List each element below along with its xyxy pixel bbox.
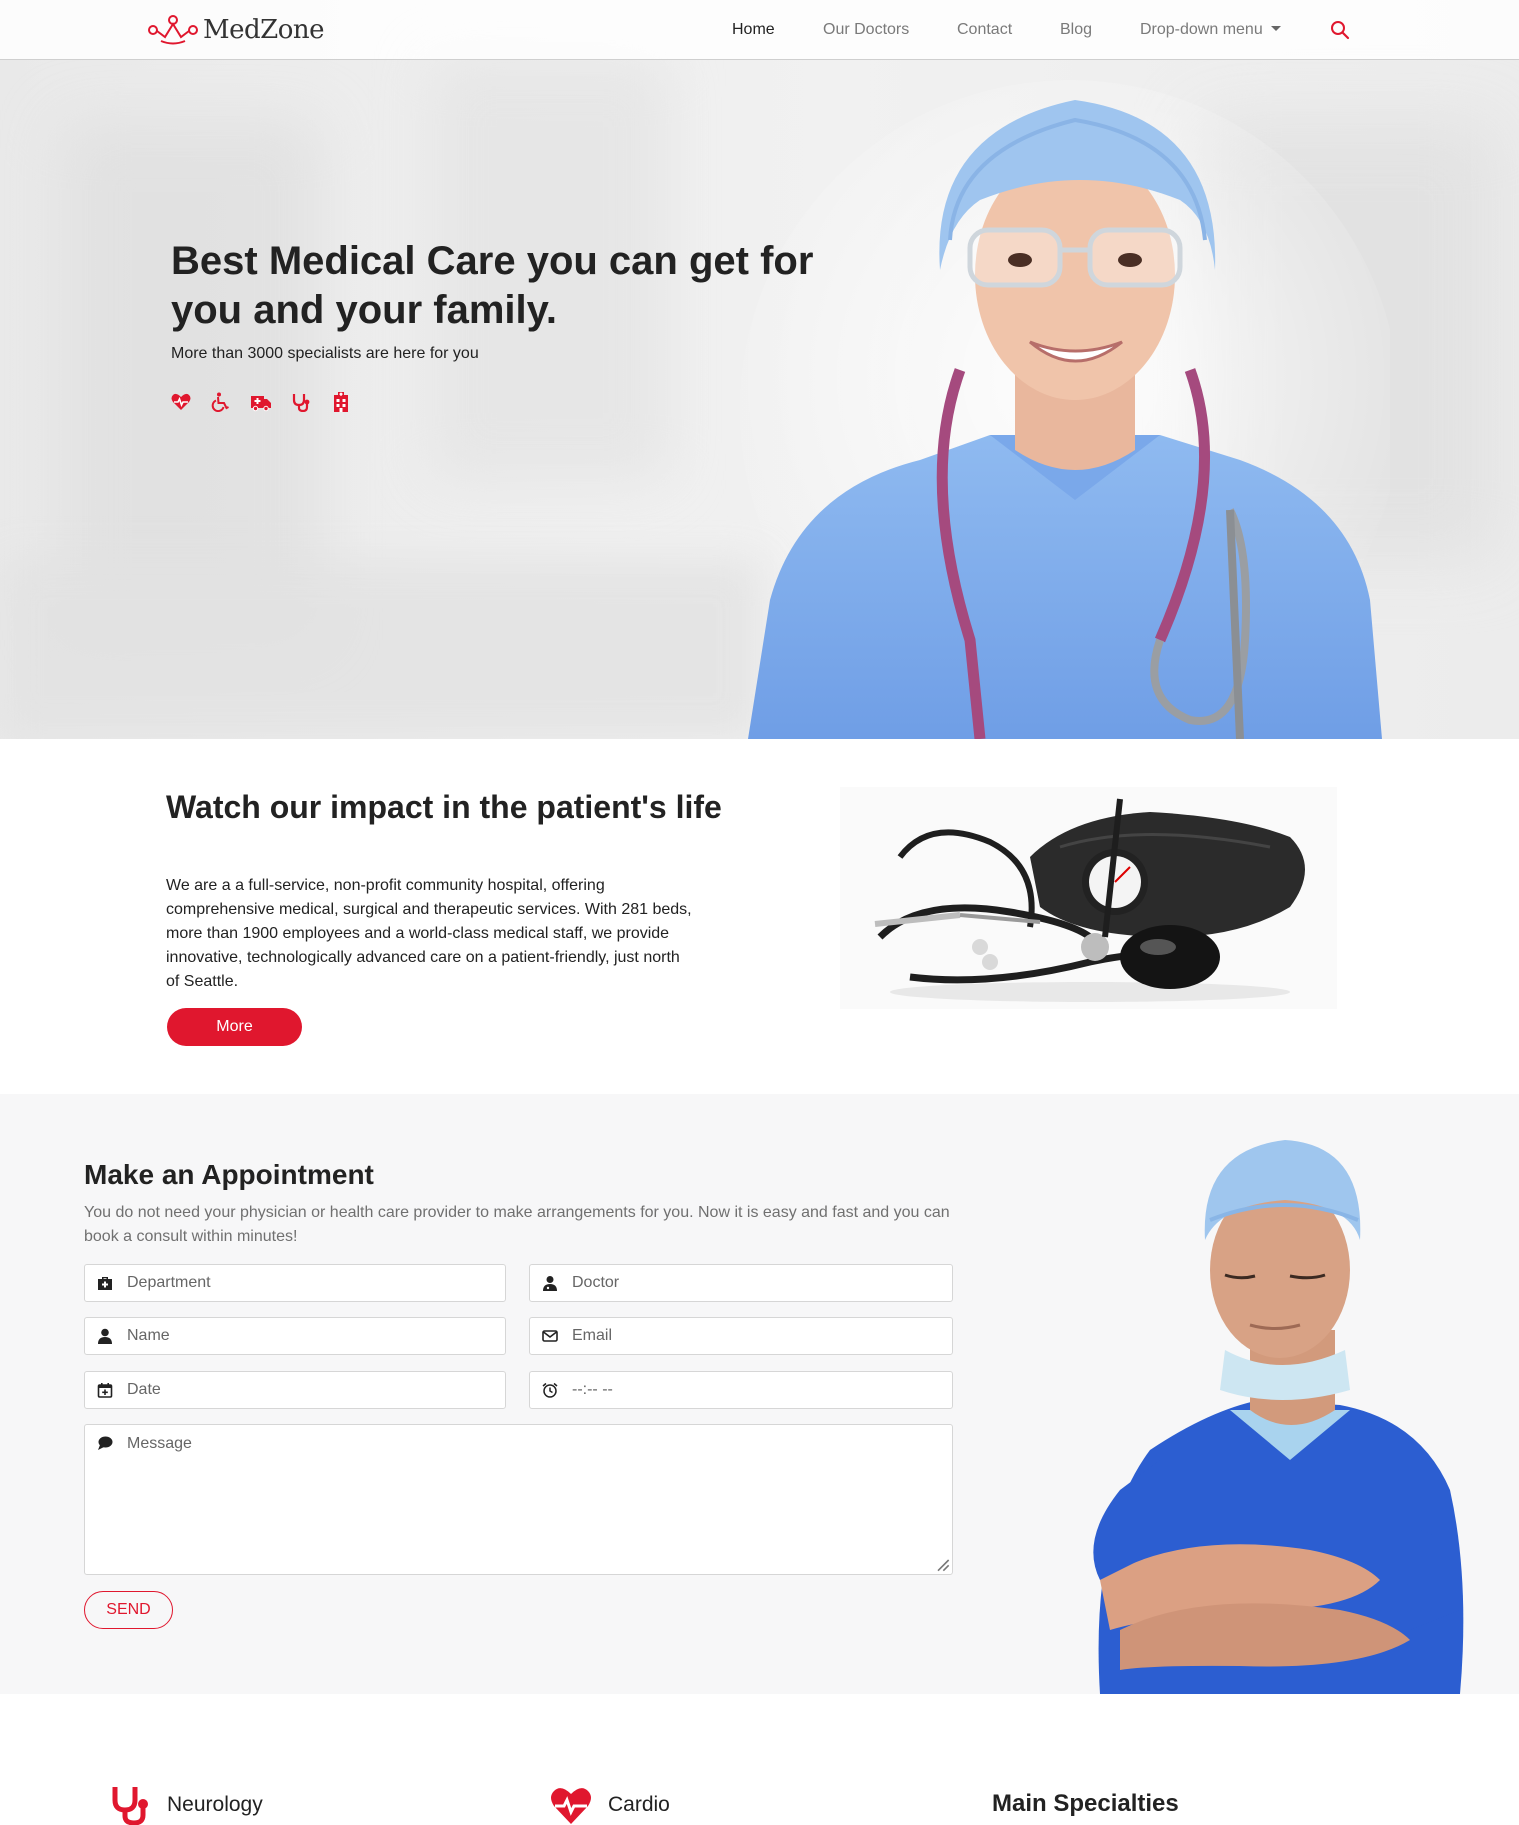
nav-our-doctors[interactable]: Our Doctors — [823, 21, 909, 39]
message-placeholder: Message — [127, 1435, 192, 1452]
nav-dropdown-menu[interactable]: Drop-down menu — [1140, 21, 1281, 39]
hero-section: Best Medical Care you can get for you an… — [0, 0, 1519, 739]
heartbeat-icon — [171, 393, 191, 410]
date-placeholder: Date — [127, 1381, 161, 1398]
brand-logo[interactable]: MedZone — [147, 13, 325, 47]
time-placeholder: --:-- -- — [572, 1381, 613, 1398]
impact-title: Watch our impact in the patient's life — [166, 789, 722, 825]
impact-text: We are a a full-service, non-profit comm… — [166, 877, 692, 990]
nav-contact[interactable]: Contact — [957, 21, 1012, 39]
nav-home[interactable]: Home — [732, 21, 775, 39]
doctor-placeholder: Doctor — [572, 1274, 620, 1291]
specialty-cardio[interactable]: Cardio — [550, 1784, 670, 1825]
crown-logo-icon — [148, 15, 198, 45]
top-navbar: MedZone Home Our Doctors Contact Blog Dr… — [0, 0, 1519, 60]
specialty-label: Neurology — [167, 1792, 263, 1816]
blood-pressure-monitor-image — [840, 787, 1337, 1009]
wheelchair-icon — [211, 392, 229, 412]
email-field[interactable]: Email — [529, 1317, 953, 1355]
caret-down-icon — [1270, 26, 1281, 31]
main-specialties-heading: Main Specialties — [992, 1790, 1179, 1817]
hero-icon-row — [171, 392, 351, 412]
stethoscope-icon — [112, 1787, 148, 1825]
time-field[interactable]: --:-- -- — [529, 1371, 953, 1409]
search-icon[interactable] — [1330, 20, 1350, 40]
doctor-field[interactable]: Doctor — [529, 1264, 953, 1302]
message-textarea[interactable]: Message — [84, 1424, 953, 1575]
name-placeholder: Name — [127, 1327, 170, 1344]
specialty-label: Cardio — [608, 1792, 670, 1816]
brand-name: MedZone — [203, 15, 325, 45]
comment-icon — [98, 1436, 113, 1450]
alarm-clock-icon — [542, 1382, 558, 1398]
heartbeat-icon — [551, 1788, 591, 1824]
stethoscope-icon — [292, 394, 310, 412]
calendar-plus-icon — [97, 1383, 113, 1398]
department-field[interactable]: Department — [84, 1264, 506, 1302]
date-field[interactable]: Date — [84, 1371, 506, 1409]
hero-title: Best Medical Care you can get for you an… — [171, 239, 814, 332]
appointment-text: You do not need your physician or health… — [84, 1204, 950, 1245]
send-button[interactable]: SEND — [84, 1591, 173, 1629]
doctor-photo — [1093, 1140, 1464, 1694]
name-field[interactable]: Name — [84, 1317, 506, 1355]
email-placeholder: Email — [572, 1327, 613, 1344]
nav-dropdown-label: Drop-down menu — [1140, 21, 1263, 38]
hero-subtitle: More than 3000 specialists are here for … — [171, 345, 479, 362]
envelope-icon — [542, 1330, 558, 1342]
more-button[interactable]: More — [167, 1008, 302, 1046]
nav-blog[interactable]: Blog — [1060, 21, 1092, 39]
user-doctor-icon — [543, 1276, 557, 1291]
resize-handle-icon[interactable] — [934, 1556, 950, 1572]
specialty-neurology[interactable]: Neurology — [109, 1784, 263, 1825]
ambulance-icon — [251, 396, 271, 412]
hospital-icon — [334, 392, 348, 412]
department-placeholder: Department — [127, 1274, 211, 1291]
appointment-title: Make an Appointment — [84, 1159, 374, 1190]
medkit-icon — [98, 1277, 112, 1290]
hero-nurse-photo — [740, 80, 1390, 739]
user-icon — [98, 1328, 112, 1344]
hero-background-blur — [0, 560, 760, 739]
